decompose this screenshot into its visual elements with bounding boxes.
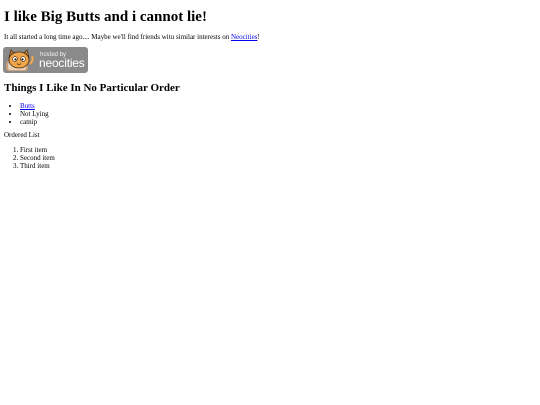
ordered-list-label: Ordered List <box>4 131 40 139</box>
neocities-cat-mascot-icon <box>6 49 34 71</box>
neocities-wordmark: neocities <box>39 56 85 70</box>
intro-paragraph: It all started a long time ago.... Maybe… <box>4 33 260 42</box>
ordered-list: First item Second item Third item <box>0 146 55 170</box>
butts-link[interactable]: Butts <box>20 102 35 110</box>
list-item: Second item <box>20 154 55 162</box>
intro-punctuation: ! <box>257 33 260 41</box>
list-item: Not Lying <box>20 110 49 118</box>
neocities-link[interactable]: Neocities <box>231 33 257 41</box>
intro-text: It all started a long time ago.... Maybe… <box>4 33 231 41</box>
page-title: I like Big Butts and i cannot lie! <box>4 9 207 25</box>
list-item: Butts <box>20 102 49 110</box>
page: I like Big Butts and i cannot lie! It al… <box>0 0 540 405</box>
list-item: catnip <box>20 118 49 126</box>
likes-heading: Things I Like In No Particular Order <box>4 82 180 94</box>
list-item: Third item <box>20 162 55 170</box>
list-item: First item <box>20 146 55 154</box>
likes-list: Butts Not Lying catnip <box>0 102 49 126</box>
hosted-by-neocities-badge[interactable]: hosted by neocities <box>3 47 88 73</box>
